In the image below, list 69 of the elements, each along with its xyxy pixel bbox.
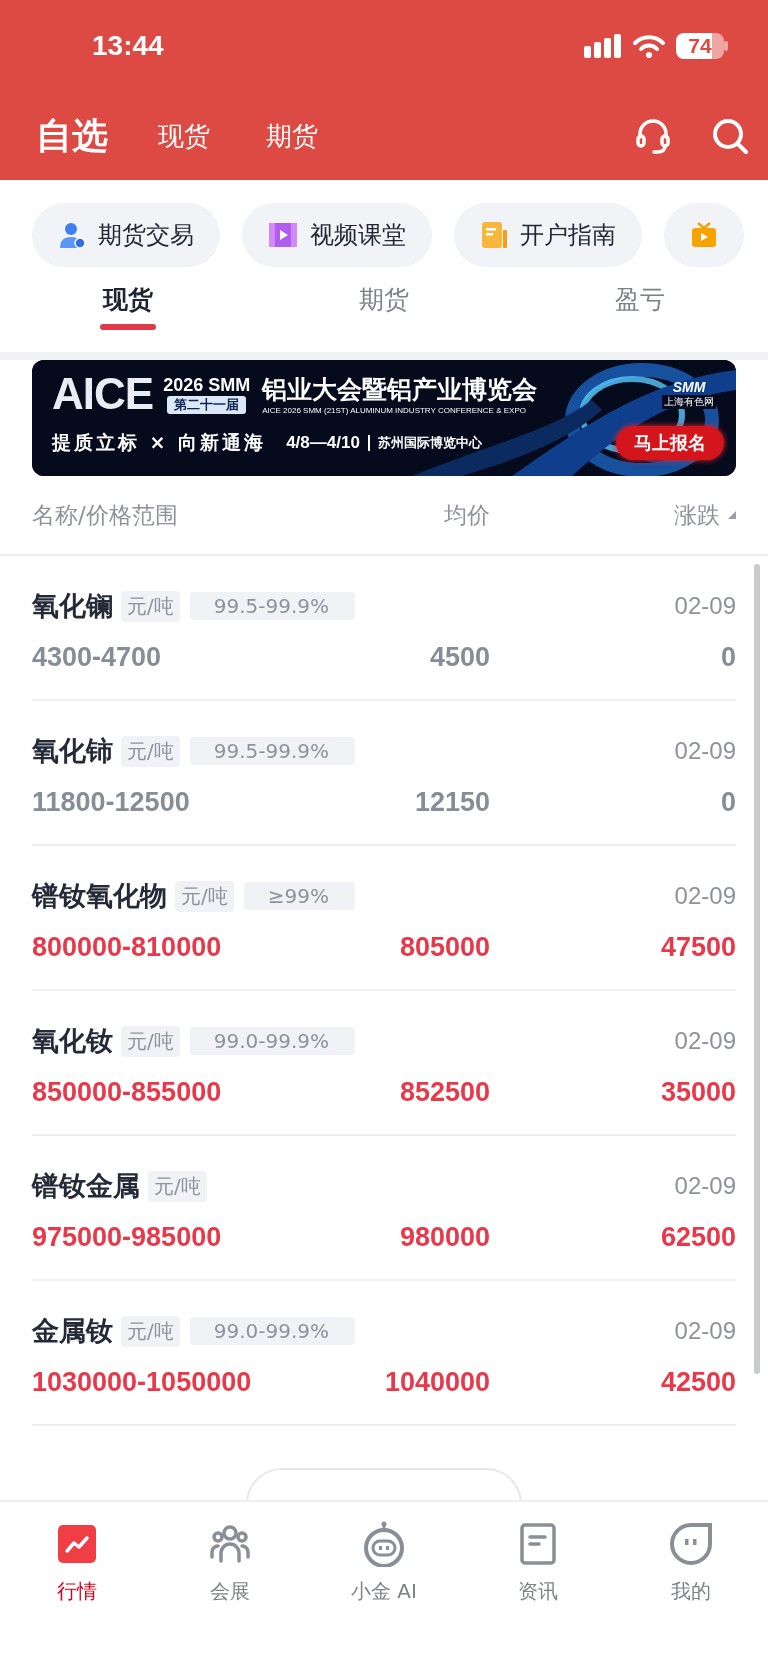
tab[interactable]: 现货 [0, 267, 256, 352]
price-date: 02-09 [674, 1027, 736, 1055]
nav-label[interactable]: 小金 AI [351, 1578, 417, 1605]
column-header: 均价 [443, 500, 490, 530]
average-price: 852500 [398, 1077, 490, 1108]
product-name[interactable]: 氧化铈 [32, 733, 113, 769]
nav-label[interactable]: 会展 [210, 1578, 251, 1605]
price-range: 850000-855000 [32, 1077, 223, 1108]
average-price: 12150 [413, 787, 490, 818]
nav-label[interactable]: 我的 [671, 1578, 712, 1605]
price-date: 02-09 [674, 882, 736, 910]
product-name[interactable]: 金属钕 [32, 1313, 113, 1349]
unit-label: 元/吨 [148, 1170, 207, 1202]
product-name[interactable]: 氧化镧 [32, 588, 113, 624]
price-date: 02-09 [674, 1172, 736, 1200]
banner-venue: 苏州国际博览中心 [377, 434, 482, 452]
nav-label[interactable]: 资讯 [517, 1578, 558, 1605]
unit-label: 元/吨 [121, 1315, 180, 1347]
banner-slogan: 提质立标 × 向新通海 [52, 430, 267, 455]
unit-label: 元/吨 [121, 590, 180, 622]
price-change: 62500 [659, 1222, 736, 1253]
price-change: 42500 [659, 1367, 736, 1398]
spec-label: 99.5-99.9% [189, 592, 356, 620]
status-time: 13:44 [92, 30, 165, 62]
price-change: 0 [719, 787, 736, 818]
product-name[interactable]: 镨钕金属 [32, 1168, 140, 1204]
price-change: 0 [719, 642, 736, 673]
price-range: 4300-4700 [32, 642, 163, 673]
page-title: 自选 [36, 113, 108, 158]
column-header: 名称/价格范围 [32, 500, 179, 530]
average-price: 980000 [398, 1222, 490, 1253]
tab[interactable]: 期货 [256, 267, 512, 352]
price-date: 02-09 [674, 1317, 736, 1345]
shortcut-chip[interactable]: 开户指南 [454, 203, 642, 267]
spec-label: 99.5-99.9% [189, 737, 356, 765]
price-range: 975000-985000 [32, 1222, 223, 1253]
product-name[interactable]: 氧化钕 [32, 1023, 113, 1059]
unit-label: 元/吨 [121, 1025, 180, 1057]
shortcut-chip[interactable]: 期货交易 [32, 203, 220, 267]
price-range: 11800-12500 [32, 787, 191, 818]
banner-logo-caption: 上海有色网 [662, 395, 716, 409]
banner-title: 铝业大会暨铝产业博览会 [262, 374, 538, 406]
spec-label: ≥99% [243, 882, 355, 910]
header-link[interactable]: 期货 [266, 118, 318, 154]
shortcut-chip[interactable]: 视频课堂 [242, 203, 432, 267]
banner-subtitle: AICE 2026 SMM (21ST) ALUMINUM INDUSTRY CONFERENCE & EXPO [262, 406, 527, 415]
average-price: 4500 [428, 642, 490, 673]
unit-label: 元/吨 [175, 880, 234, 912]
spec-label: 99.0-99.9% [189, 1317, 356, 1345]
register-button[interactable]: 马上报名 [616, 426, 724, 460]
unit-label: 元/吨 [121, 735, 180, 767]
banner-dates: 4/8—4/10 [286, 433, 360, 453]
price-date: 02-09 [674, 592, 736, 620]
battery-level: 74 [676, 33, 724, 59]
average-price: 1040000 [383, 1367, 490, 1398]
average-price: 805000 [398, 932, 490, 963]
price-range: 800000-810000 [32, 932, 223, 963]
nav-label[interactable]: 行情 [56, 1578, 97, 1605]
price-change: 47500 [659, 932, 736, 963]
spec-label: 99.0-99.9% [189, 1027, 356, 1055]
banner-brand: AICE [52, 368, 154, 420]
product-name[interactable]: 镨钕氧化物 [32, 878, 167, 914]
price-change: 35000 [659, 1077, 736, 1108]
price-range: 1030000-1050000 [32, 1367, 253, 1398]
header-link[interactable]: 现货 [158, 118, 210, 154]
tab[interactable]: 盈亏 [512, 267, 768, 352]
price-date: 02-09 [674, 737, 736, 765]
banner-edition: 2026 SMM [163, 374, 251, 396]
banner-logo: SMM [672, 379, 706, 395]
